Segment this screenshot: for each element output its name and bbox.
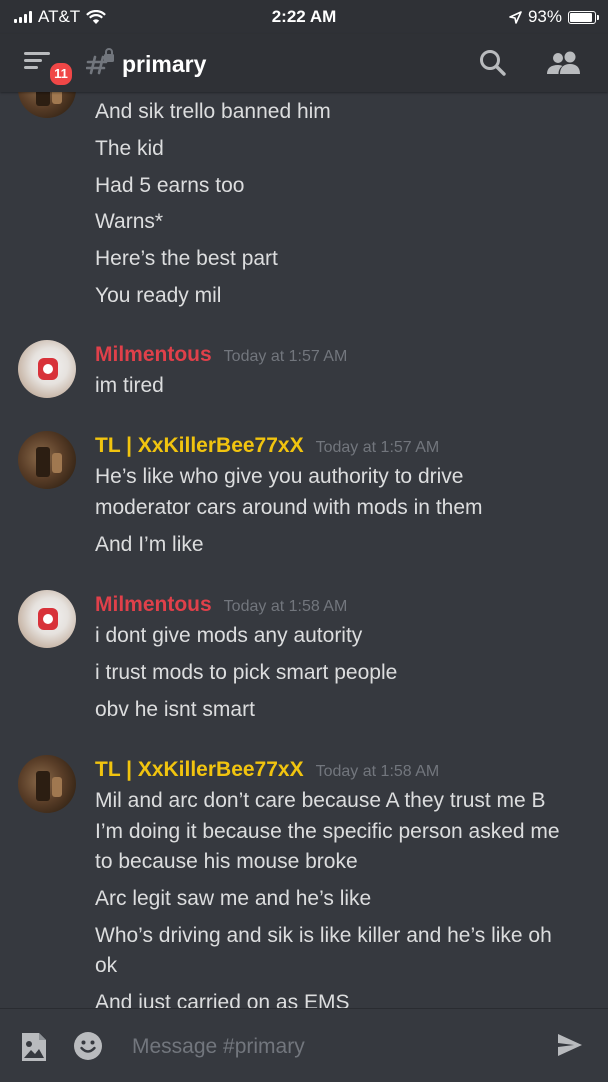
- status-bar: AT&T 2:22 AM 93%: [0, 0, 608, 34]
- members-button[interactable]: [546, 50, 582, 81]
- message-line: obv he isnt smart: [95, 698, 255, 721]
- message-line: Arc legit saw me and he’s like: [95, 887, 372, 910]
- message-line: moderator cars around with mods in them: [95, 496, 483, 519]
- locked-text-channel-icon: [86, 48, 114, 75]
- emoji-icon: [74, 1032, 102, 1060]
- battery-level: [570, 12, 593, 22]
- message-header: Milmentous Today at 1:57 AM: [95, 343, 347, 367]
- message-line: The kid: [95, 137, 164, 160]
- search-icon: [480, 50, 506, 76]
- message-line: i trust mods to pick smart people: [95, 661, 398, 684]
- message-timestamp: Today at 1:57 AM: [315, 439, 440, 456]
- location-arrow-icon: [509, 10, 522, 24]
- message-line: i dont give mods any autority: [95, 624, 363, 647]
- send-button[interactable]: [556, 1032, 584, 1063]
- message-line: And sik trello banned him: [95, 100, 331, 123]
- message-input[interactable]: [130, 1031, 514, 1063]
- avatar[interactable]: [18, 590, 76, 648]
- search-button[interactable]: [478, 48, 508, 83]
- author-name[interactable]: TL | XxKillerBee77xX: [95, 434, 304, 457]
- image-upload-button[interactable]: [20, 1031, 48, 1068]
- message-timestamp: Today at 1:57 AM: [223, 348, 348, 365]
- message-line: Who’s driving and sik is like killer and…: [95, 924, 552, 947]
- message-line: And I’m like: [95, 533, 204, 556]
- avatar[interactable]: [18, 431, 76, 489]
- battery-percent: 93%: [527, 7, 562, 26]
- message-line: to because his mouse broke: [95, 850, 358, 873]
- message-header: Milmentous Today at 1:58 AM: [95, 593, 347, 617]
- message-header: TL | XxKillerBee77xX Today at 1:58 AM: [95, 758, 439, 782]
- avatar[interactable]: [18, 340, 76, 398]
- send-icon: [558, 1034, 582, 1056]
- message-line: Had 5 earns too: [95, 174, 245, 197]
- channel-header: 11 primary: [0, 34, 608, 92]
- message-timestamp: Today at 1:58 AM: [315, 763, 440, 780]
- unread-badge: 11: [48, 61, 74, 87]
- message-line: He’s like who give you authority to driv…: [95, 465, 464, 488]
- image-upload-icon: [22, 1033, 46, 1061]
- message-composer: [0, 1008, 608, 1082]
- message-line: I’m doing it because the specific person…: [95, 820, 560, 843]
- message-header: TL | XxKillerBee77xX Today at 1:57 AM: [95, 434, 439, 458]
- avatar[interactable]: [18, 755, 76, 813]
- avatar[interactable]: [18, 92, 76, 118]
- menu-button[interactable]: 11: [24, 50, 74, 87]
- message-line: You ready mil: [95, 284, 222, 307]
- message-line: im tired: [95, 374, 164, 397]
- message-line: Mil and arc don’t care because A they tr…: [95, 789, 546, 812]
- author-name[interactable]: Milmentous: [95, 343, 212, 366]
- emoji-button[interactable]: [73, 1031, 103, 1066]
- message-line: Warns*: [95, 210, 164, 233]
- author-name[interactable]: Milmentous: [95, 593, 212, 616]
- message-line: ok: [95, 954, 118, 977]
- message-line: And just carried on as EMS: [95, 991, 350, 1008]
- status-right-group: 93%: [509, 7, 599, 27]
- battery-icon: [568, 10, 599, 24]
- message-timestamp: Today at 1:58 AM: [223, 598, 348, 615]
- message-line: Here’s the best part: [95, 247, 278, 270]
- message-list[interactable]: And sik trello banned him The kid Had 5 …: [0, 92, 608, 1008]
- channel-name: primary: [122, 51, 207, 77]
- author-name[interactable]: TL | XxKillerBee77xX: [95, 758, 304, 781]
- members-icon: [547, 51, 580, 74]
